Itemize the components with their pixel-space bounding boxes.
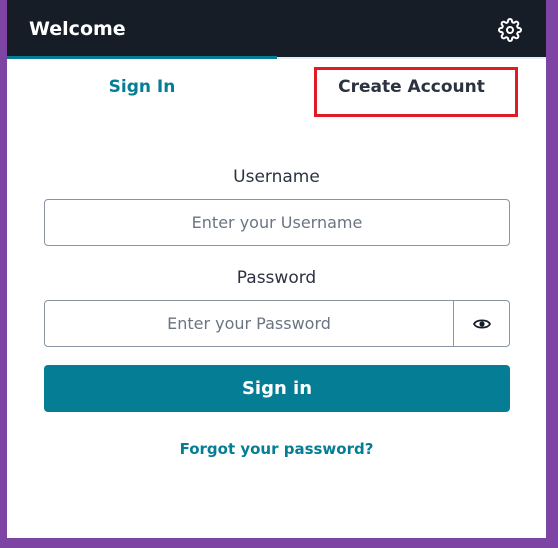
sign-in-button[interactable]: Sign in: [44, 365, 510, 412]
tab-indicator-active: [7, 56, 277, 59]
username-input[interactable]: [44, 199, 510, 246]
show-password-button[interactable]: [453, 300, 510, 347]
username-label: Username: [233, 167, 320, 187]
auth-panel: Welcome Sign In Create Account Username …: [7, 0, 546, 538]
forgot-password-link[interactable]: Forgot your password?: [7, 440, 546, 458]
page-title: Welcome: [29, 18, 126, 40]
tab-create-account[interactable]: Create Account: [277, 60, 546, 114]
tab-indicator-inactive: [277, 57, 546, 59]
eye-icon: [472, 319, 491, 328]
header-bar: Welcome: [7, 0, 546, 58]
tab-sign-in[interactable]: Sign In: [7, 60, 277, 114]
gear-icon[interactable]: [498, 18, 522, 42]
password-input[interactable]: [44, 300, 454, 347]
password-label: Password: [236, 268, 317, 288]
